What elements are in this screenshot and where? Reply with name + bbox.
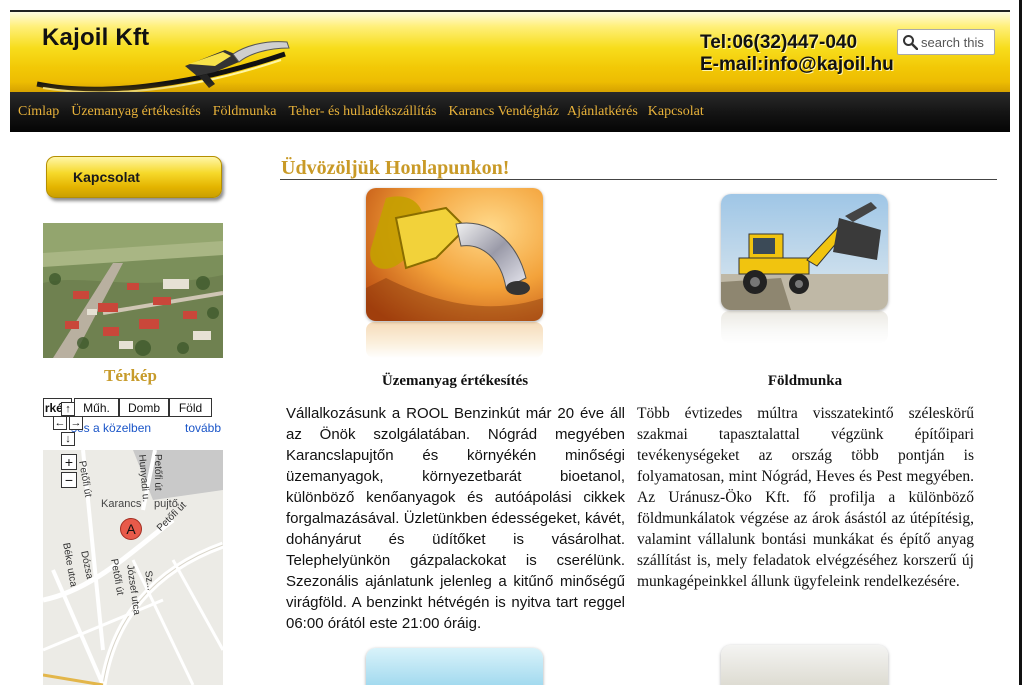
excavator-reflection (721, 311, 888, 343)
map-town-label: Karancs (101, 498, 142, 510)
embedded-map[interactable]: rkép Műh. Domb Föld ses a közelben továb… (43, 398, 223, 685)
aerial-photo-image (43, 223, 223, 358)
aerial-town-photo[interactable] (43, 223, 223, 358)
transport-image[interactable] (366, 648, 543, 685)
header-email[interactable]: E-mail:info@kajoil.hu (700, 54, 894, 76)
map-pan-right-icon[interactable]: → (69, 416, 83, 430)
fuel-sales-text: Vállalkozásunk a ROOL Benzinkút már 20 é… (286, 405, 625, 632)
contact-button[interactable]: Kapcsolat (46, 156, 222, 198)
fuel-sales-heading: Üzemanyag értékesítés (381, 373, 529, 389)
map-more-link[interactable]: tovább (185, 421, 221, 435)
search-icon[interactable] (902, 34, 918, 50)
earthworks-text: Több évtizedes múltra visszatekintő szél… (637, 405, 974, 590)
nav-item-ajanlatkeres[interactable]: Ajánlatkérés (567, 104, 638, 120)
earthworks-heading: Földmunka (767, 373, 843, 389)
fuel-nozzle-reflection (366, 322, 543, 358)
nav-item-szallitas[interactable]: Teher- és hulladékszállítás (288, 104, 436, 120)
search-input[interactable] (921, 32, 995, 52)
title-divider (280, 179, 997, 180)
search-box[interactable] (897, 29, 995, 55)
logo-text[interactable]: Kajoil Kft (42, 24, 149, 52)
map-tab-terrain[interactable]: Domb (119, 398, 169, 417)
site-header: Kajoil Kft Tel:06(32)447-040 E-mail:info… (10, 10, 1010, 92)
map-tab-earth[interactable]: Föld (169, 398, 212, 417)
excavator-image[interactable] (721, 194, 888, 310)
map-pan-left-icon[interactable]: ← (53, 416, 67, 430)
nav-item-uzemanyag[interactable]: Üzemanyag értékesítés (71, 104, 200, 120)
map-search-nearby-link[interactable]: ses a közelben (71, 421, 151, 435)
header-phone: Tel:06(32)447-040 (700, 32, 858, 53)
map-canvas[interactable]: + − Karancs pujtő Petőfi út Hunyadi u. P… (43, 449, 223, 685)
nav-item-cimlap[interactable]: Címlap (18, 104, 59, 120)
nav-item-kapcsolat[interactable]: Kapcsolat (648, 104, 704, 120)
map-pan-down-icon[interactable]: ↓ (61, 432, 75, 446)
fuel-nozzle-image[interactable] (366, 188, 543, 321)
fuel-nozzle-icon (366, 188, 543, 321)
map-marker-icon[interactable]: A (120, 518, 142, 540)
map-title: Térkép (104, 366, 157, 385)
map-pan-up-icon[interactable]: ↑ (61, 402, 75, 416)
map-zoom-in-icon[interactable]: + (61, 454, 77, 470)
main-nav: Címlap Üzemanyag értékesítés Földmunka T… (10, 92, 1010, 132)
excavator-icon (721, 194, 888, 310)
map-street-label: Petőfi út (152, 454, 163, 491)
map-zoom-out-icon[interactable]: − (61, 472, 77, 488)
nav-item-foldmunka[interactable]: Földmunka (213, 104, 277, 120)
guesthouse-image[interactable] (721, 645, 888, 685)
page-title: Üdvözöljük Honlapunkon! (281, 157, 510, 179)
page: Kajoil Kft Tel:06(32)447-040 E-mail:info… (0, 0, 1022, 685)
nav-item-vendeghaz[interactable]: Karancs Vendégház (448, 104, 559, 120)
map-tab-satellite[interactable]: Műh. (74, 398, 119, 417)
